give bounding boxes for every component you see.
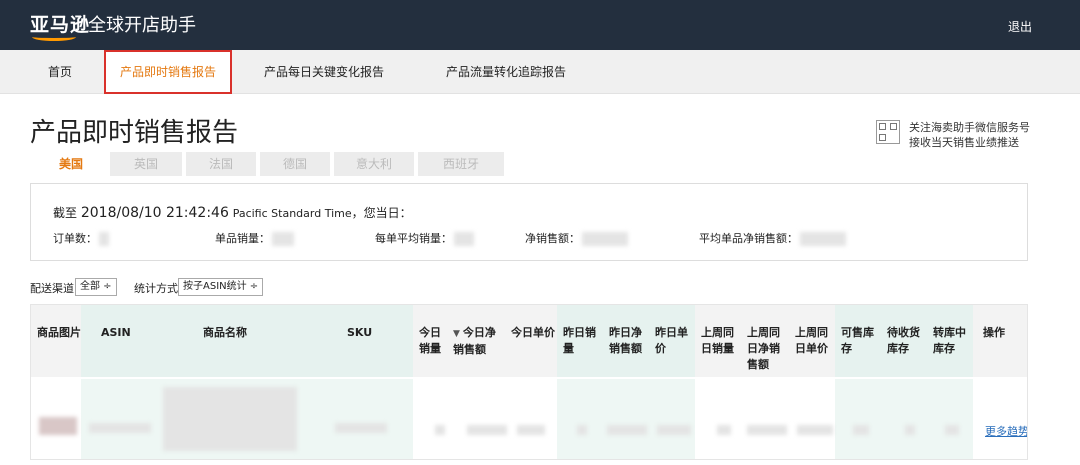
tab-us[interactable]: 美国: [38, 152, 104, 176]
metric-avg-units-per-order: 每单平均销量：: [375, 230, 474, 246]
metric-orders-label: 订单数：: [53, 232, 97, 245]
top-bar: 亚马逊 全球开店助手 退出: [0, 0, 1080, 50]
wechat-line-2: 接收当天销售业绩推送: [909, 136, 1019, 149]
product-name-value: [163, 387, 297, 451]
product-image[interactable]: [39, 417, 77, 435]
col-last-week-net-sales[interactable]: 上周同日净销售额: [741, 305, 789, 377]
wechat-promo-text: 关注海卖助手微信服务号 接收当天销售业绩推送: [909, 120, 1039, 150]
col-yesterday-price[interactable]: 昨日单价: [649, 305, 695, 377]
metric-net-sales-value: [582, 232, 628, 246]
nav-instant-sales-report[interactable]: 产品即时销售报告: [104, 50, 233, 94]
nav-home[interactable]: 首页: [48, 50, 72, 94]
today-units-value: [435, 425, 445, 435]
nav-daily-key-changes-report[interactable]: 产品每日关键变化报告: [264, 50, 384, 94]
metric-net-sales-label: 净销售额：: [525, 232, 580, 245]
metric-unit-sales-value: [272, 232, 294, 246]
metric-unit-sales: 单品销量：: [215, 230, 294, 246]
summary-prefix: 截至: [53, 206, 78, 220]
col-transfer-stock[interactable]: 转库中库存: [927, 305, 973, 377]
more-trends-link[interactable]: 更多趋势: [985, 423, 1027, 439]
tab-france[interactable]: 法国: [186, 152, 256, 176]
col-available-stock[interactable]: 可售库存: [835, 305, 881, 377]
col-product-name: 商品名称: [179, 305, 323, 377]
sales-summary-panel: 截至 2018/08/10 21:42:46 Pacific Standard …: [30, 183, 1028, 261]
metric-avg-net-sales-per-unit: 平均单品净销售额：: [699, 230, 846, 246]
tab-italy[interactable]: 意大利: [334, 152, 414, 176]
sales-table: 商品图片 ASIN 商品名称 SKU 今日销量 ▼ 今日净销售额 今日单价 昨日销…: [30, 304, 1028, 460]
available-stock-value: [853, 425, 869, 435]
sort-desc-icon[interactable]: ▼: [453, 329, 460, 339]
last-week-net-sales-value: [747, 425, 787, 435]
inbound-stock-value: [905, 425, 915, 435]
metric-net-sales: 净销售额：: [525, 230, 628, 246]
tab-uk[interactable]: 英国: [110, 152, 182, 176]
col-asin: ASIN: [81, 305, 179, 377]
metric-avg-units-label: 每单平均销量：: [375, 232, 452, 245]
summary-suffix: ，您当日：: [351, 206, 412, 220]
method-select[interactable]: 按子ASIN统计 ÷: [178, 278, 264, 296]
col-today-price[interactable]: 今日单价: [505, 305, 557, 377]
app-title: 全球开店助手: [88, 15, 196, 36]
col-actions: 操作: [973, 305, 1027, 377]
metric-avg-units-value: [454, 232, 474, 246]
col-today-net-sales[interactable]: ▼ 今日净销售额: [447, 305, 505, 377]
method-filter-label: 统计方式: [134, 282, 178, 295]
channel-select[interactable]: 全部 ÷: [75, 278, 117, 296]
channel-filter-label: 配送渠道: [30, 282, 74, 295]
page-title: 产品即时销售报告: [30, 118, 239, 148]
col-yesterday-net-sales[interactable]: 昨日净销售额: [603, 305, 649, 377]
col-today-units[interactable]: 今日销量: [413, 305, 447, 377]
yesterday-net-sales-value: [607, 425, 647, 435]
amazon-smile-icon: [32, 33, 76, 41]
col-inbound-stock[interactable]: 待收货库存: [881, 305, 927, 377]
tab-germany[interactable]: 德国: [260, 152, 330, 176]
main-nav: 首页 产品即时销售报告 产品每日关键变化报告 产品流量转化追踪报告: [0, 50, 1080, 94]
summary-timestamp: 2018/08/10 21:42:46: [80, 205, 229, 221]
last-week-price-value: [797, 425, 833, 435]
yesterday-units-value: [577, 425, 587, 435]
metric-orders: 订单数：: [53, 230, 109, 246]
today-net-sales-value: [467, 425, 507, 435]
asin-value: [89, 423, 151, 433]
col-last-week-units[interactable]: 上周同日销量: [695, 305, 741, 377]
col-last-week-price[interactable]: 上周同日单价: [789, 305, 835, 377]
col-yesterday-units[interactable]: 昨日销量: [557, 305, 603, 377]
metric-avg-net-sales-value: [800, 232, 846, 246]
summary-timezone: Pacific Standard Time: [232, 207, 352, 220]
transfer-stock-value: [945, 425, 959, 435]
col-sku: SKU: [323, 305, 413, 377]
logout-link[interactable]: 退出: [1008, 18, 1032, 35]
wechat-line-1: 关注海卖助手微信服务号: [909, 121, 1030, 134]
nav-traffic-conversion-report[interactable]: 产品流量转化追踪报告: [446, 50, 566, 94]
summary-header: 截至 2018/08/10 21:42:46 Pacific Standard …: [53, 204, 412, 221]
qr-code-icon: [876, 120, 900, 144]
yesterday-price-value: [657, 425, 691, 435]
tab-spain[interactable]: 西班牙: [418, 152, 504, 176]
table-row: 更多趋势: [31, 379, 1027, 459]
today-price-value: [517, 425, 545, 435]
col-product-image: 商品图片: [31, 305, 81, 377]
last-week-units-value: [717, 425, 731, 435]
sku-value: [335, 423, 387, 433]
metric-orders-value: [99, 232, 109, 246]
metric-unit-sales-label: 单品销量：: [215, 232, 270, 245]
metric-avg-net-sales-label: 平均单品净销售额：: [699, 232, 798, 245]
